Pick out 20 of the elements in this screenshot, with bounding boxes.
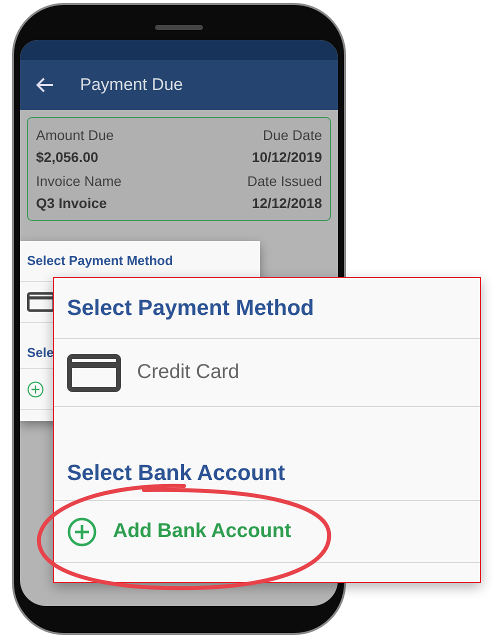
- payment-method-row[interactable]: Credit Card: [54, 339, 480, 407]
- credit-card-icon: [27, 292, 55, 312]
- credit-card-icon: [67, 354, 121, 392]
- back-arrow-icon[interactable]: [36, 77, 54, 93]
- field-label: Due Date: [262, 127, 322, 143]
- add-icon: [27, 380, 44, 398]
- section-heading: Select Bank Account: [54, 407, 480, 501]
- field-value: $2,056.00: [36, 149, 98, 165]
- field-value: 12/12/2018: [252, 195, 322, 211]
- speaker-grille: [155, 25, 203, 30]
- field-label: Invoice Name: [36, 173, 122, 189]
- section-heading: Select Payment Method: [54, 278, 480, 339]
- add-account-label: Add Bank Account: [113, 520, 292, 543]
- screen-title: Payment Due: [80, 75, 183, 95]
- field-value: 10/12/2019: [252, 149, 322, 165]
- add-icon: [67, 516, 97, 546]
- field-label: Date Issued: [247, 173, 322, 189]
- add-bank-account-row[interactable]: Add Bank Account: [54, 501, 480, 563]
- field-label: Amount Due: [36, 127, 114, 143]
- field-value: Q3 Invoice: [36, 195, 107, 211]
